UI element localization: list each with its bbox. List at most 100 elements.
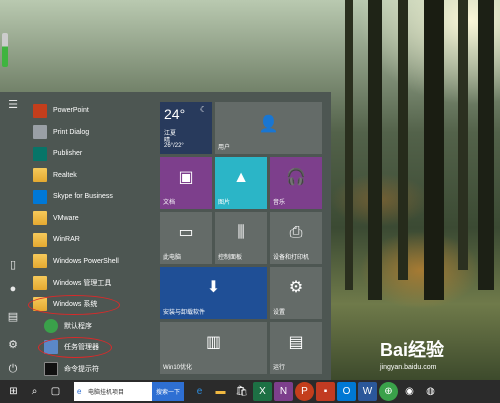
search-input[interactable]: e 电脑挂机项目 — [74, 382, 152, 401]
baidu-watermark: Bai经验 jingyan.baidu.com — [380, 336, 500, 380]
green-app-icon[interactable]: ⊕ — [379, 382, 398, 401]
tile-label: 设置 — [273, 310, 286, 316]
this-pc-tile[interactable]: ▭ 此电脑 — [160, 212, 212, 264]
start-menu: ☰ ▯ ● ▤ ⚙ ⏻ PowerPoint Print Dialog Publ… — [0, 92, 331, 380]
moon-icon: ☾ — [199, 105, 207, 114]
app-item-default-programs[interactable]: 默认程序 — [30, 315, 156, 337]
tablet-icon[interactable]: ▯ — [6, 258, 20, 272]
power-icon[interactable]: ⏻ — [6, 362, 20, 376]
app-label: Windows 管理工具 — [53, 279, 112, 287]
powerpoint-taskbar-icon[interactable]: P — [295, 382, 314, 401]
app-item-winrar[interactable]: WinRAR — [30, 229, 156, 251]
folder-icon — [33, 211, 47, 226]
app-label: VMware — [53, 214, 79, 222]
search-placeholder: 电脑挂机项目 — [88, 390, 125, 396]
store-icon[interactable]: 🛍 — [232, 382, 251, 401]
weather-tile[interactable]: 24° ☾ 江夏 晴 26°/22° — [160, 102, 212, 154]
chrome-icon[interactable]: ◉ — [400, 382, 419, 401]
devices-printers-tile[interactable]: ⎙ 设备和打印机 — [270, 212, 322, 264]
volume-indicator — [2, 33, 8, 67]
app-item-admin-tools[interactable]: Windows 管理工具 — [30, 272, 156, 294]
print-dialog-icon — [33, 125, 47, 140]
tile-label: 此电脑 — [163, 255, 182, 261]
browser-icon[interactable]: ◍ — [421, 382, 440, 401]
start-rail: ☰ ▯ ● ▤ ⚙ ⏻ — [0, 92, 27, 380]
task-manager-icon — [44, 340, 58, 355]
app-item-powershell[interactable]: Windows PowerShell — [30, 251, 156, 273]
folder-icon — [33, 275, 47, 290]
user-tile[interactable]: 👤 用户 — [215, 102, 322, 154]
app-label: WinRAR — [53, 236, 80, 244]
sliders-icon: ⫼ — [237, 224, 245, 241]
folder-icon — [33, 297, 47, 312]
weather-range: 26°/22° — [164, 143, 184, 149]
search-icon[interactable]: ⌕ — [25, 382, 44, 401]
onenote-icon[interactable]: N — [274, 382, 293, 401]
win10-optimize-tile[interactable]: ▥ Win10优化 — [160, 322, 267, 374]
tile-label: 文档 — [163, 200, 176, 206]
default-programs-icon — [44, 318, 58, 333]
pictures-rail-icon[interactable]: ▤ — [6, 310, 20, 324]
music-tile[interactable]: 🎧 音乐 — [270, 157, 322, 209]
app-label: Windows 系统 — [53, 301, 98, 309]
app-item-windows-system[interactable]: Windows 系统 — [28, 294, 156, 316]
tile-label: 用户 — [218, 145, 231, 151]
pictures-icon: ▲ — [233, 169, 249, 186]
run-icon: ▤ — [288, 334, 304, 351]
printer-icon: ⎙ — [289, 224, 303, 241]
publisher-icon — [33, 146, 47, 161]
tile-label: 音乐 — [273, 200, 286, 206]
app-item-print-dialog[interactable]: Print Dialog — [30, 122, 156, 144]
app-label: Print Dialog — [53, 128, 90, 136]
pictures-tile[interactable]: ▲ 图片 — [215, 157, 267, 209]
app-item-powerpoint[interactable]: PowerPoint — [30, 100, 156, 122]
excel-icon[interactable]: X — [253, 382, 272, 401]
tile-label: 安装与卸载软件 — [163, 310, 206, 316]
task-view-icon[interactable]: ▢ — [46, 382, 65, 401]
windows-start-icon[interactable]: ⊞ — [4, 382, 23, 401]
control-panel-tile[interactable]: ⫼ 控制面板 — [215, 212, 267, 264]
app-item-task-manager[interactable]: 任务管理器 — [30, 336, 156, 359]
app-item-command-prompt[interactable]: 命令提示符 — [30, 358, 156, 380]
outlook-icon[interactable]: O — [337, 382, 356, 401]
command-prompt-icon — [44, 361, 58, 376]
headphones-icon: 🎧 — [286, 169, 306, 186]
settings-gear-icon: ⚙ — [288, 279, 304, 296]
app-red-icon[interactable]: ▪ — [316, 382, 335, 401]
app-item-publisher[interactable]: Publisher — [30, 143, 156, 165]
edge-icon[interactable]: e — [190, 382, 209, 401]
run-tile[interactable]: ▤ 运行 — [270, 322, 322, 374]
app-item-realtek[interactable]: Realtek — [30, 165, 156, 187]
folder-icon — [33, 168, 47, 183]
install-uninstall-tile[interactable]: ⬇ 安装与卸载软件 — [160, 267, 267, 319]
file-explorer-icon[interactable]: ▬ — [211, 382, 230, 401]
weather-temp: 24° — [164, 106, 186, 122]
settings-tile[interactable]: ⚙ 设置 — [270, 267, 322, 319]
tile-label: 运行 — [273, 365, 286, 371]
app-label: Realtek — [53, 171, 77, 179]
folder-icon — [33, 254, 47, 269]
watermark-text: Bai经验 — [380, 340, 445, 360]
ie-icon: e — [77, 387, 82, 396]
taskbar: ⊞ ⌕ ▢ e 电脑挂机项目 搜索一下 e ▬ 🛍 X N P ▪ O W ⊕ … — [0, 380, 500, 403]
folder-icon — [33, 232, 47, 247]
app-list: PowerPoint Print Dialog Publisher Realte… — [28, 100, 156, 380]
user-icon: 👤 — [258, 116, 279, 133]
documents-icon: ▣ — [178, 169, 194, 186]
app-item-skype[interactable]: Skype for Business — [30, 186, 156, 208]
settings-gear-icon[interactable]: ⚙ — [6, 338, 20, 352]
tile-grid: 24° ☾ 江夏 晴 26°/22° 👤 用户 ▣ 文档 ▲ 图片 🎧 音乐 ▭… — [160, 102, 330, 380]
word-icon[interactable]: W — [358, 382, 377, 401]
tile-label: Win10优化 — [163, 365, 193, 371]
search-button[interactable]: 搜索一下 — [152, 382, 184, 401]
app-item-vmware[interactable]: VMware — [30, 208, 156, 230]
tile-label: 设备和打印机 — [273, 255, 310, 261]
hamburger-menu-icon[interactable]: ☰ — [6, 98, 20, 112]
app-label: Publisher — [53, 150, 83, 158]
user-avatar-icon[interactable]: ● — [6, 282, 20, 296]
tile-label: 图片 — [218, 200, 231, 206]
app-label: 默认程序 — [64, 322, 92, 330]
download-box-icon: ⬇ — [206, 279, 221, 296]
app-label: 命令提示符 — [64, 365, 99, 373]
documents-tile[interactable]: ▣ 文档 — [160, 157, 212, 209]
